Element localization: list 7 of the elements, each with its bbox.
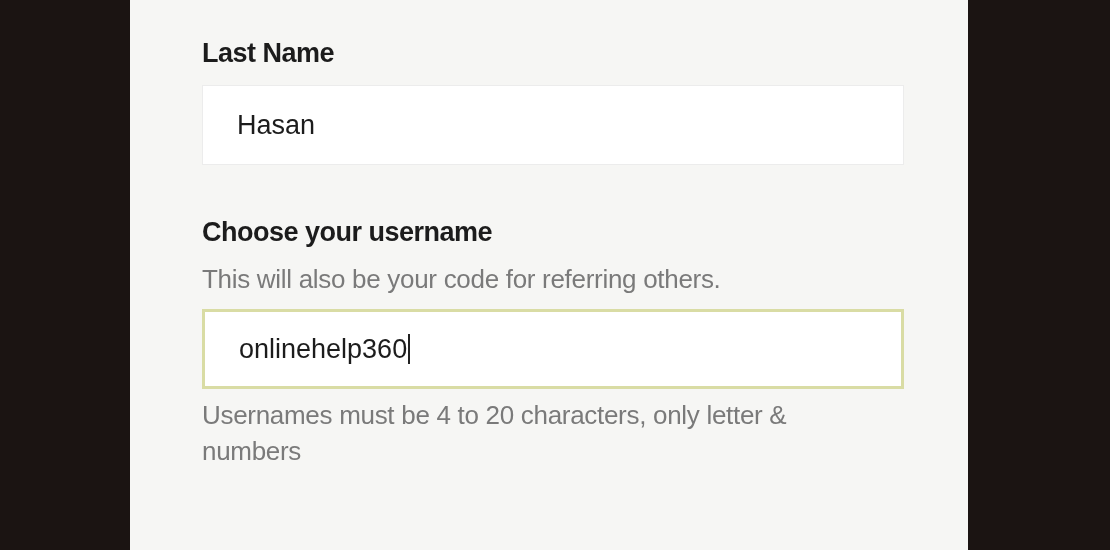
field-label: Choose your username: [202, 217, 494, 248]
text-field[interactable]: Hasan: [202, 85, 904, 165]
text-caret: [408, 334, 411, 364]
field-hint: This will also be your code for referring others.: [202, 264, 722, 295]
helper-text: Usernames must be 4 to 20 characters, only letter & numbers: [202, 399, 788, 468]
text-field[interactable]: onlinehelp360: [202, 309, 904, 389]
field-label: Last Name: [202, 38, 336, 69]
